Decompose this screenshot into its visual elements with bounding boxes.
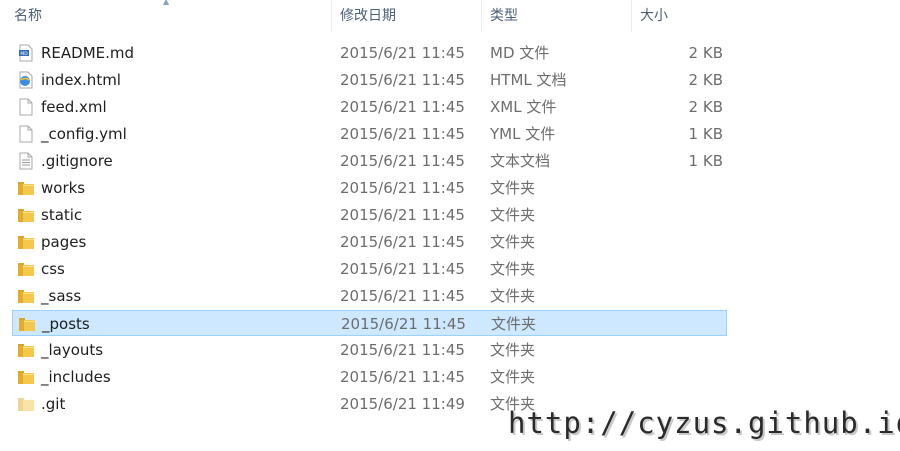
file-row[interactable]: _config.yml 2015/6/21 11:45 YML 文件 1 KB — [12, 121, 727, 147]
folder-icon — [17, 341, 35, 359]
file-date: 2015/6/21 11:45 — [340, 341, 465, 359]
file-name: feed.xml — [41, 98, 107, 116]
file-type: 文件夹 — [490, 206, 536, 224]
file-name: _posts — [42, 315, 90, 333]
file-type: 文件夹 — [491, 315, 537, 333]
file-name: README.md — [41, 44, 135, 62]
folder-icon — [17, 233, 35, 251]
column-size-header[interactable]: 大小 — [632, 0, 732, 32]
file-name: _layouts — [41, 341, 104, 359]
file-type: 文件夹 — [490, 260, 536, 278]
folder-row[interactable]: _layouts 2015/6/21 11:45 文件夹 — [12, 337, 727, 363]
column-header: ▲ 名称 修改日期 类型 大小 — [0, 0, 735, 32]
browser-file-icon — [17, 71, 35, 89]
column-name-header[interactable]: 名称 — [6, 0, 332, 32]
folder-row[interactable]: _includes 2015/6/21 11:45 文件夹 — [12, 364, 727, 390]
folder-row[interactable]: works 2015/6/21 11:45 文件夹 — [12, 175, 727, 201]
file-type: 文件夹 — [490, 287, 536, 305]
folder-row[interactable]: pages 2015/6/21 11:45 文件夹 — [12, 229, 727, 255]
folder-icon — [18, 315, 36, 333]
file-date: 2015/6/21 11:45 — [340, 233, 465, 251]
file-date: 2015/6/21 11:45 — [341, 315, 466, 333]
file-date: 2015/6/21 11:45 — [340, 368, 465, 386]
file-date: 2015/6/21 11:45 — [340, 287, 465, 305]
file-date: 2015/6/21 11:45 — [340, 152, 465, 170]
folder-row[interactable]: _sass 2015/6/21 11:45 文件夹 — [12, 283, 727, 309]
file-date: 2015/6/21 11:45 — [340, 125, 465, 143]
file-size: 1 KB — [688, 152, 723, 170]
file-name: static — [41, 206, 83, 224]
folder-hidden-icon — [17, 395, 35, 413]
file-name: _includes — [41, 368, 111, 386]
file-date: 2015/6/21 11:45 — [340, 206, 465, 224]
svg-text:MD: MD — [20, 51, 28, 57]
file-row[interactable]: MD README.md 2015/6/21 11:45 MD 文件 2 KB — [12, 40, 727, 66]
folder-icon — [17, 287, 35, 305]
file-date: 2015/6/21 11:45 — [340, 44, 465, 62]
file-type: 文本文档 — [490, 152, 551, 170]
file-name: _config.yml — [41, 125, 127, 143]
file-size: 2 KB — [688, 71, 723, 89]
watermark: http://cyzus.github.io/ — [508, 406, 900, 440]
file-date: 2015/6/21 11:45 — [340, 179, 465, 197]
file-name: .git — [41, 395, 66, 413]
file-name: _sass — [41, 287, 82, 305]
file-type: 文件夹 — [490, 233, 536, 251]
file-type: 文件夹 — [490, 179, 536, 197]
file-name: css — [41, 260, 65, 278]
file-name: pages — [41, 233, 87, 251]
file-row[interactable]: .gitignore 2015/6/21 11:45 文本文档 1 KB — [12, 148, 727, 174]
file-date: 2015/6/21 11:45 — [340, 71, 465, 89]
file-date: 2015/6/21 11:45 — [340, 260, 465, 278]
file-date: 2015/6/21 11:45 — [340, 98, 465, 116]
folder-icon — [17, 260, 35, 278]
file-type: 文件夹 — [490, 368, 536, 386]
file-type: MD 文件 — [490, 44, 550, 62]
file-size: 2 KB — [688, 44, 723, 62]
file-type: YML 文件 — [490, 125, 556, 143]
file-icon — [17, 125, 35, 143]
file-row[interactable]: feed.xml 2015/6/21 11:45 XML 文件 2 KB — [12, 94, 727, 120]
folder-icon — [17, 179, 35, 197]
file-date: 2015/6/21 11:49 — [340, 395, 465, 413]
folder-row[interactable]: _posts 2015/6/21 11:45 文件夹 — [12, 310, 727, 336]
markdown-file-icon: MD — [17, 44, 35, 62]
file-type: HTML 文档 — [490, 71, 567, 89]
file-name: index.html — [41, 71, 121, 89]
file-type: 文件夹 — [490, 341, 536, 359]
file-size: 2 KB — [688, 98, 723, 116]
column-date-header[interactable]: 修改日期 — [332, 0, 482, 32]
file-name: .gitignore — [41, 152, 113, 170]
file-row[interactable]: index.html 2015/6/21 11:45 HTML 文档 2 KB — [12, 67, 727, 93]
folder-icon — [17, 368, 35, 386]
file-size: 1 KB — [688, 125, 723, 143]
file-type: XML 文件 — [490, 98, 557, 116]
file-name: works — [41, 179, 86, 197]
file-icon — [17, 98, 35, 116]
folder-icon — [17, 206, 35, 224]
folder-row[interactable]: static 2015/6/21 11:45 文件夹 — [12, 202, 727, 228]
folder-row[interactable]: css 2015/6/21 11:45 文件夹 — [12, 256, 727, 282]
column-type-header[interactable]: 类型 — [482, 0, 632, 32]
text-file-icon — [17, 152, 35, 170]
